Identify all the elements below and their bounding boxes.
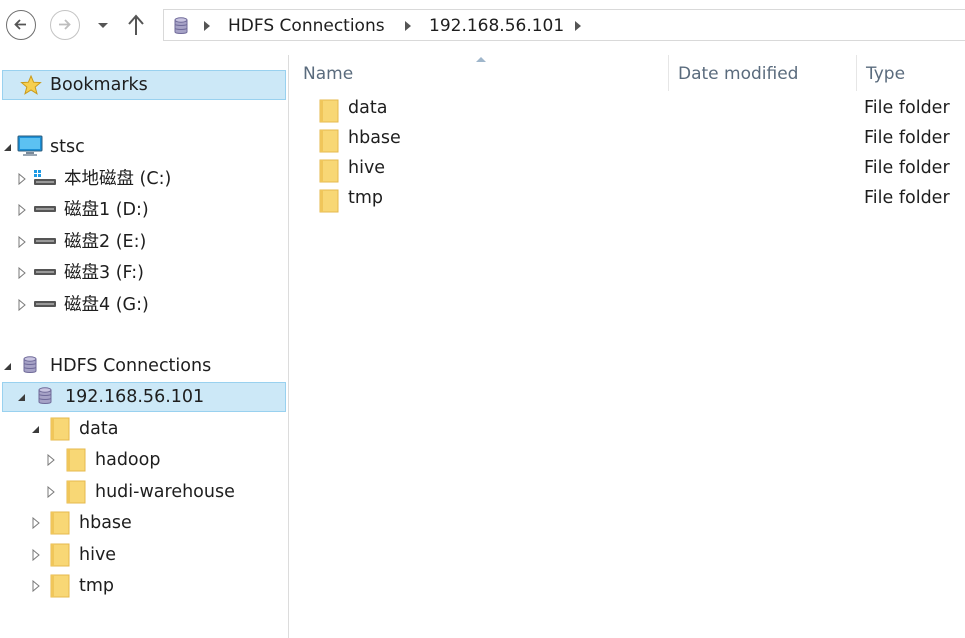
tree-label: 磁盘2 (E:): [64, 232, 147, 252]
folder-icon: [319, 189, 339, 213]
file-list: Name Date modified Type data File folder…: [289, 55, 965, 638]
folder-icon: [319, 129, 339, 153]
expand-triangle-icon[interactable]: [30, 508, 42, 538]
expand-triangle-icon[interactable]: [45, 445, 57, 475]
tree-label: 磁盘1 (D:): [64, 200, 149, 220]
file-row[interactable]: hive File folder: [301, 153, 965, 183]
tree-label: tmp: [79, 576, 115, 596]
file-name: hive: [348, 158, 386, 178]
tree-label: stsc: [50, 137, 85, 157]
expand-triangle-icon[interactable]: [16, 195, 28, 225]
tree-label: 磁盘3 (F:): [64, 263, 144, 283]
column-separator[interactable]: [856, 55, 857, 91]
tree-item-drive-e[interactable]: 磁盘2 (E:): [0, 227, 288, 257]
tree-item-drive-f[interactable]: 磁盘3 (F:): [0, 258, 288, 288]
tree-label: hadoop: [95, 450, 161, 470]
file-row[interactable]: tmp File folder: [301, 183, 965, 213]
tree-item-hdfs-connections[interactable]: HDFS Connections: [0, 351, 288, 381]
folder-icon: [319, 159, 339, 183]
tree-item-folder-hive[interactable]: hive: [0, 540, 288, 570]
forward-button[interactable]: [50, 10, 80, 40]
collapse-triangle-icon[interactable]: [2, 351, 14, 381]
tree-label: HDFS Connections: [50, 356, 212, 376]
tree-label: 本地磁盘 (C:): [64, 169, 172, 189]
tree-label: hudi-warehouse: [95, 482, 235, 502]
folder-icon: [319, 99, 339, 123]
file-name: hbase: [348, 128, 401, 148]
file-row[interactable]: data File folder: [301, 93, 965, 123]
breadcrumb-separator-icon[interactable]: [204, 21, 210, 31]
expand-triangle-icon[interactable]: [30, 540, 42, 570]
tree-item-drive-g[interactable]: 磁盘4 (G:): [0, 290, 288, 320]
breadcrumb-host[interactable]: 192.168.56.101: [429, 15, 564, 37]
tree-label: Bookmarks: [50, 75, 148, 95]
file-type: File folder: [864, 158, 950, 178]
computer-icon: [17, 135, 43, 156]
drive-icon: [34, 301, 56, 307]
forward-arrow-icon: [59, 19, 71, 30]
tree-item-folder-tmp[interactable]: tmp: [0, 571, 288, 601]
column-header-date-modified[interactable]: Date modified: [678, 61, 798, 87]
breadcrumb-separator-icon[interactable]: [405, 21, 411, 31]
breadcrumb-separator-icon[interactable]: [575, 21, 581, 31]
navigation-pane: Bookmarks stsc 本地磁盘 (C:) 磁盘1 (D:) 磁盘2 (E…: [0, 55, 288, 638]
database-icon: [174, 17, 188, 34]
tree-item-folder-hbase[interactable]: hbase: [0, 508, 288, 538]
expand-triangle-icon[interactable]: [16, 164, 28, 194]
tree-label: hbase: [79, 513, 132, 533]
star-icon: [20, 75, 42, 95]
back-arrow-icon: [14, 19, 26, 30]
folder-icon: [50, 543, 70, 567]
folder-icon: [66, 480, 86, 504]
folder-icon: [66, 448, 86, 472]
column-separator[interactable]: [668, 55, 669, 91]
collapse-triangle-icon[interactable]: [30, 414, 42, 444]
expand-triangle-icon[interactable]: [45, 477, 57, 507]
navigation-bar: HDFS Connections 192.168.56.101: [0, 0, 965, 50]
file-type: File folder: [864, 188, 950, 208]
drive-icon: [34, 238, 56, 244]
drive-icon: [34, 269, 56, 275]
file-name: data: [348, 98, 388, 118]
folder-icon: [50, 574, 70, 598]
tree-item-drive-d[interactable]: 磁盘1 (D:): [0, 195, 288, 225]
tree-label: data: [79, 419, 119, 439]
tree-item-drive-c[interactable]: 本地磁盘 (C:): [0, 164, 288, 194]
up-arrow-icon[interactable]: [126, 13, 146, 37]
system-drive-icon: [34, 170, 56, 185]
tree-item-computer[interactable]: stsc: [0, 132, 288, 162]
sort-ascending-icon: [476, 57, 486, 62]
breadcrumb-hdfs-connections[interactable]: HDFS Connections: [228, 15, 385, 37]
back-button[interactable]: [6, 10, 36, 40]
tree-item-folder-hadoop[interactable]: hadoop: [0, 445, 288, 475]
tree-label: 192.168.56.101: [65, 387, 205, 407]
collapse-triangle-icon[interactable]: [2, 132, 14, 162]
collapse-triangle-icon[interactable]: [16, 382, 28, 412]
column-header-name[interactable]: Name: [303, 61, 353, 87]
expand-triangle-icon[interactable]: [16, 290, 28, 320]
folder-icon: [50, 511, 70, 535]
drive-icon: [34, 206, 56, 212]
file-type: File folder: [864, 98, 950, 118]
expand-triangle-icon[interactable]: [16, 258, 28, 288]
database-icon: [23, 356, 37, 373]
file-row[interactable]: hbase File folder: [301, 123, 965, 153]
tree-item-folder-data[interactable]: data: [0, 414, 288, 444]
file-type: File folder: [864, 128, 950, 148]
tree-item-folder-hudi-warehouse[interactable]: hudi-warehouse: [0, 477, 288, 507]
chevron-down-icon[interactable]: [95, 17, 111, 33]
tree-label: 磁盘4 (G:): [64, 295, 149, 315]
database-icon: [38, 387, 52, 404]
tree-item-host[interactable]: 192.168.56.101: [2, 382, 286, 412]
address-bar[interactable]: HDFS Connections 192.168.56.101: [163, 9, 965, 41]
expand-triangle-icon[interactable]: [16, 227, 28, 257]
expand-triangle-icon[interactable]: [30, 571, 42, 601]
column-header-type[interactable]: Type: [866, 61, 905, 87]
file-name: tmp: [348, 188, 384, 208]
tree-label: hive: [79, 545, 117, 565]
folder-icon: [50, 417, 70, 441]
tree-item-bookmarks[interactable]: Bookmarks: [2, 70, 286, 100]
